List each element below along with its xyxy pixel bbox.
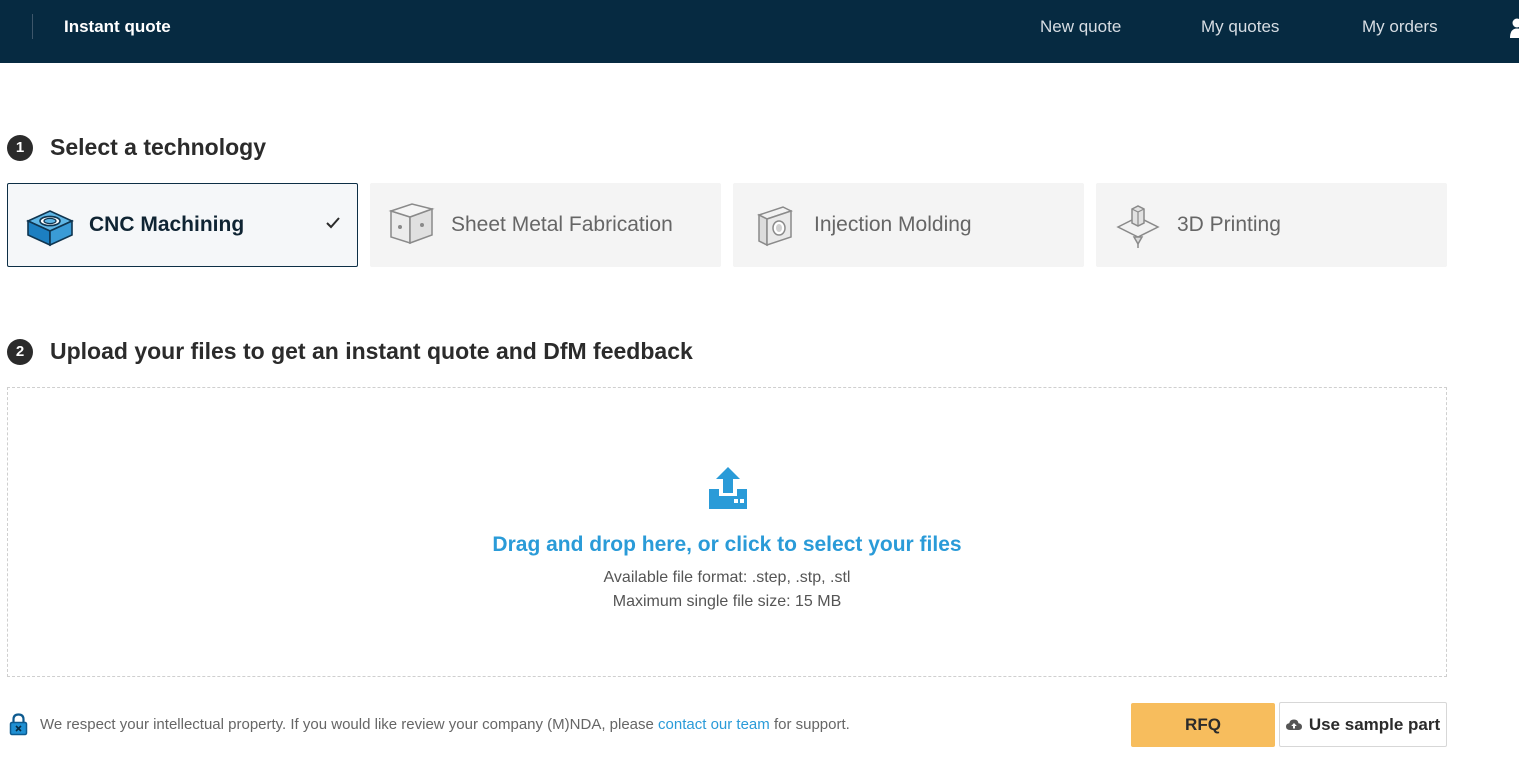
user-icon[interactable] (1510, 18, 1519, 38)
step-1-title: Select a technology (50, 134, 267, 160)
lock-icon (9, 713, 28, 736)
page-brand-title: Instant quote (64, 17, 171, 36)
tech-card-3d-printing[interactable]: 3D Printing (1096, 183, 1447, 267)
top-navbar: Instant quote New quote My quotes My ord… (0, 0, 1519, 63)
cnc-machining-icon (26, 210, 74, 247)
tech-card-injection-molding[interactable]: Injection Molding (733, 183, 1084, 267)
nav-link-my-quotes[interactable]: My quotes (1201, 17, 1279, 37)
nav-divider (32, 14, 33, 39)
injection-molding-icon (757, 206, 793, 247)
rfq-button[interactable]: RFQ (1131, 703, 1275, 747)
nav-link-my-orders[interactable]: My orders (1362, 17, 1438, 37)
checkmark-icon (326, 217, 340, 229)
ip-notice: We respect your intellectual property. I… (40, 716, 850, 733)
use-sample-part-label: Use sample part (1308, 714, 1441, 734)
upload-icon (709, 467, 747, 509)
step-2-title: Upload your files to get an instant quot… (50, 338, 693, 364)
use-sample-part-button[interactable]: Use sample part (1279, 702, 1447, 747)
upload-file-formats: Available file format: .step, .stp, .stl (603, 569, 851, 586)
step-2-number: 2 (7, 338, 33, 365)
ip-notice-text: We respect your intellectual property. I… (40, 716, 659, 733)
rfq-button-label: RFQ (1185, 715, 1221, 734)
tech-card-cnc-machining[interactable]: CNC Machining (7, 183, 358, 267)
sheet-metal-icon (388, 203, 435, 245)
nav-link-new-quote[interactable]: New quote (1040, 17, 1121, 37)
tech-card-sheet-metal[interactable]: Sheet Metal Fabrication (370, 183, 721, 267)
tech-label-3d-printing: 3D Printing (1177, 213, 1281, 236)
step-1-header: 1 Select a technology (7, 134, 266, 161)
step-1-number: 1 (7, 134, 33, 161)
tech-label-cnc-machining: CNC Machining (89, 213, 245, 236)
step-2-header: 2 Upload your files to get an instant qu… (7, 338, 693, 365)
upload-call-to-action[interactable]: Drag and drop here, or click to select y… (8, 533, 1446, 557)
cloud-upload-icon (1285, 719, 1302, 730)
ip-notice-suffix: for support. (769, 716, 850, 733)
contact-team-link[interactable]: contact our team (658, 716, 770, 733)
3d-printing-icon (1116, 205, 1160, 248)
tech-label-sheet-metal: Sheet Metal Fabrication (451, 213, 673, 236)
upload-max-size: Maximum single file size: 15 MB (612, 593, 842, 610)
file-drop-zone[interactable]: Drag and drop here, or click to select y… (7, 387, 1447, 677)
tech-label-injection-molding: Injection Molding (814, 213, 972, 236)
